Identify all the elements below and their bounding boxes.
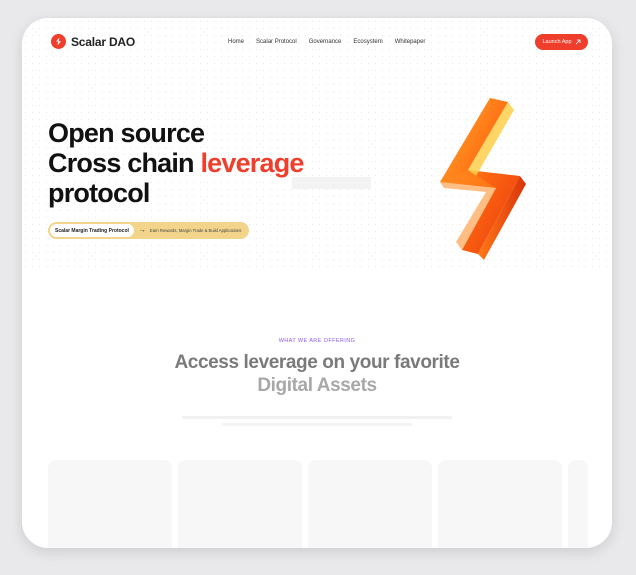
announcement-pill[interactable]: Scalar Margin Trading Protocol → Earn Re… — [48, 222, 250, 239]
section-description-faded — [172, 414, 462, 426]
nav-scalar-protocol[interactable]: Scalar Protocol — [256, 39, 297, 45]
brand-logo[interactable]: Scalar DAO — [51, 34, 135, 49]
pill-text: Earn Rewards, Margin Trade & Build Appli… — [149, 228, 242, 233]
pill-tag: Scalar Margin Trading Protocol — [50, 224, 134, 237]
section-eyebrow: WHAT WE ARE OFFERING — [278, 338, 356, 344]
nav-whitepaper[interactable]: Whitepaper — [395, 39, 426, 45]
lightning-bolt-illustration — [440, 98, 526, 260]
arrow-right-icon: → — [138, 227, 146, 234]
section-title-line-1: Access leverage on your favorite — [174, 352, 460, 373]
nav-home[interactable]: Home — [228, 39, 244, 45]
launch-app-label: Launch App — [542, 39, 572, 45]
hero-line-2-prefix: Cross chain — [48, 148, 201, 178]
browser-frame: Scalar DAO Home Scalar Protocol Governan… — [22, 18, 612, 548]
offering-card[interactable] — [438, 460, 562, 548]
hero-line-2: Cross chain leverage — [48, 148, 304, 178]
nav-governance[interactable]: Governance — [309, 39, 342, 45]
arrow-up-right-icon — [575, 39, 580, 45]
hero-accent-word: leverage — [200, 148, 304, 178]
section-title: Access leverage on your favorite Digital… — [22, 351, 612, 397]
offering-card[interactable] — [308, 460, 432, 548]
top-nav: Scalar DAO Home Scalar Protocol Governan… — [22, 18, 612, 68]
hero-line-3: protocol — [48, 178, 150, 208]
brand-name: Scalar DAO — [71, 34, 136, 49]
hero-title: Open source Cross chain leverage protoco… — [48, 118, 304, 208]
nav-ecosystem[interactable]: Ecosystem — [353, 39, 382, 45]
offering-card[interactable] — [178, 460, 302, 548]
section-title-line-2: Digital Assets — [257, 375, 377, 396]
hero-line-1: Open source — [48, 118, 205, 148]
offering-card[interactable] — [568, 460, 588, 548]
main-menu: Home Scalar Protocol Governance Ecosyste… — [228, 39, 425, 45]
offering-card[interactable] — [48, 460, 172, 548]
scalar-logo-icon — [51, 34, 66, 49]
launch-app-button[interactable]: Launch App — [535, 34, 588, 50]
